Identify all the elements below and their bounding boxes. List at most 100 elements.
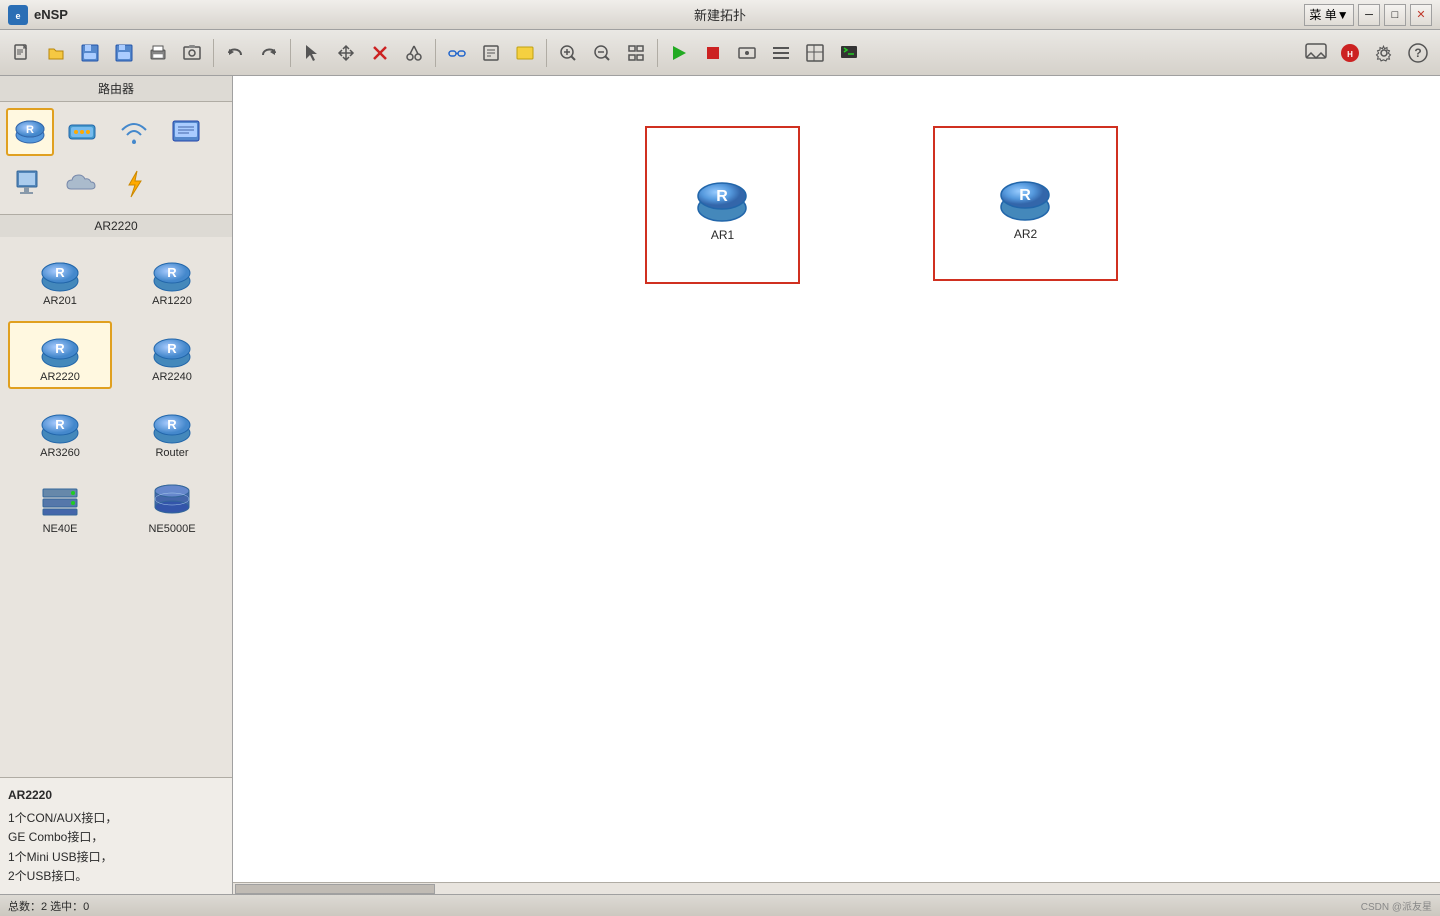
ar201-icon: R	[35, 251, 85, 293]
maximize-button[interactable]: □	[1384, 4, 1406, 26]
app-name: eNSP	[34, 7, 68, 22]
svg-text:R: R	[26, 124, 34, 136]
description-text: 1个CON/AUX接口， GE Combo接口， 1个Mini USB接口， 2…	[8, 809, 224, 886]
canvas-scrollbar-thumb[interactable]	[235, 884, 435, 894]
screenshot-button[interactable]	[176, 37, 208, 69]
ar2-label: AR2	[1014, 227, 1037, 241]
device-item-AR2220[interactable]: R AR2220	[8, 321, 112, 389]
device-item-Router[interactable]: R Router	[120, 397, 224, 465]
zoom-out-button[interactable]	[586, 37, 618, 69]
svg-text:?: ?	[1414, 46, 1421, 60]
select-button[interactable]	[296, 37, 328, 69]
svg-text:e: e	[15, 11, 20, 21]
toolbar: H ?	[0, 30, 1440, 76]
canvas-scrollbar-horizontal[interactable]	[233, 882, 1440, 894]
delete-button[interactable]	[364, 37, 396, 69]
device-label-AR2220: AR2220	[40, 371, 80, 383]
category-cloud[interactable]	[58, 160, 106, 208]
ar1-label: AR1	[711, 228, 734, 242]
device-label-NE5000E: NE5000E	[148, 523, 195, 535]
device-item-AR3260[interactable]: R AR3260	[8, 397, 112, 465]
canvas-node-AR2[interactable]: R AR2	[933, 126, 1118, 281]
add-note-button[interactable]	[475, 37, 507, 69]
zoom-in-button[interactable]	[552, 37, 584, 69]
undo-button[interactable]	[219, 37, 251, 69]
stop-button[interactable]	[697, 37, 729, 69]
category-switch[interactable]	[58, 108, 106, 156]
category-power[interactable]	[110, 160, 158, 208]
ne5000e-icon	[147, 479, 197, 521]
category-other[interactable]	[162, 108, 210, 156]
open-button[interactable]	[40, 37, 72, 69]
description-title: AR2220	[8, 786, 224, 805]
fit-button[interactable]	[620, 37, 652, 69]
console-button[interactable]	[833, 37, 865, 69]
svg-text:R: R	[55, 417, 65, 432]
add-image-button[interactable]	[509, 37, 541, 69]
pan-button[interactable]	[330, 37, 362, 69]
chat-button[interactable]	[1300, 37, 1332, 69]
canvas-area[interactable]: R AR1 R AR2	[233, 76, 1440, 894]
settings-button[interactable]	[1368, 37, 1400, 69]
device-grid: R AR201 R AR1220	[0, 237, 232, 549]
ar3260-icon: R	[35, 403, 85, 445]
device-item-AR201[interactable]: R AR201	[8, 245, 112, 313]
svg-text:R: R	[716, 188, 728, 205]
close-button[interactable]: ✕	[1410, 4, 1432, 26]
help-button[interactable]: ?	[1402, 37, 1434, 69]
play-button[interactable]	[663, 37, 695, 69]
category-pc[interactable]	[6, 160, 54, 208]
svg-text:R: R	[55, 265, 65, 280]
power-category-icon	[115, 165, 153, 203]
ar1-router-icon: R	[690, 168, 755, 226]
print-button[interactable]	[142, 37, 174, 69]
device-item-AR1220[interactable]: R AR1220	[120, 245, 224, 313]
device-item-NE5000E[interactable]: NE5000E	[120, 473, 224, 541]
add-link-button[interactable]	[441, 37, 473, 69]
ne40e-icon	[35, 479, 85, 521]
svg-text:R: R	[1019, 187, 1031, 204]
category-wireless[interactable]	[110, 108, 158, 156]
save-as-button[interactable]	[74, 37, 106, 69]
cut-button[interactable]	[398, 37, 430, 69]
ar2240-icon: R	[147, 327, 197, 369]
wireless-category-icon	[115, 113, 153, 151]
pc-category-icon	[11, 165, 49, 203]
cloud-category-icon	[63, 165, 101, 203]
new-button[interactable]	[6, 37, 38, 69]
svg-text:R: R	[167, 341, 177, 356]
category-router[interactable]: R	[6, 108, 54, 156]
minimize-button[interactable]: ─	[1358, 4, 1380, 26]
router-icon: R	[147, 403, 197, 445]
app-logo: e	[8, 5, 28, 25]
device-list: R AR201 R AR1220	[0, 237, 232, 777]
device-label-AR3260: AR3260	[40, 447, 80, 459]
ar2-router-icon: R	[993, 167, 1058, 225]
canvas-node-AR1[interactable]: R AR1	[645, 126, 800, 284]
other-category-icon	[167, 113, 205, 151]
description-area: AR2220 1个CON/AUX接口， GE Combo接口， 1个Mini U…	[0, 777, 232, 894]
huawei-button[interactable]: H	[1334, 37, 1366, 69]
main-layout: 路由器 R	[0, 76, 1440, 894]
toolbar-sep-3	[435, 39, 436, 67]
svg-text:R: R	[55, 341, 65, 356]
ar1220-icon: R	[147, 251, 197, 293]
capture-button[interactable]	[731, 37, 763, 69]
title-bar: e eNSP 新建拓扑 菜 单▼ ─ □ ✕	[0, 0, 1440, 30]
device-item-AR2240[interactable]: R AR2240	[120, 321, 224, 389]
toolbar-sep-1	[213, 39, 214, 67]
menu-button[interactable]: 菜 单▼	[1304, 4, 1354, 26]
category-title: AR2220	[0, 215, 232, 237]
title-bar-left: e eNSP	[8, 5, 68, 25]
device-item-NE40E[interactable]: NE40E	[8, 473, 112, 541]
topology-settings-button[interactable]	[765, 37, 797, 69]
redo-button[interactable]	[253, 37, 285, 69]
toolbar-sep-5	[657, 39, 658, 67]
grid-button[interactable]	[799, 37, 831, 69]
device-label-AR2240: AR2240	[152, 371, 192, 383]
save-button[interactable]	[108, 37, 140, 69]
window-title: 新建拓扑	[694, 5, 746, 24]
title-bar-right: 菜 单▼ ─ □ ✕	[1304, 4, 1432, 26]
status-text: 总数：2 选中：0	[8, 898, 89, 914]
toolbar-sep-4	[546, 39, 547, 67]
